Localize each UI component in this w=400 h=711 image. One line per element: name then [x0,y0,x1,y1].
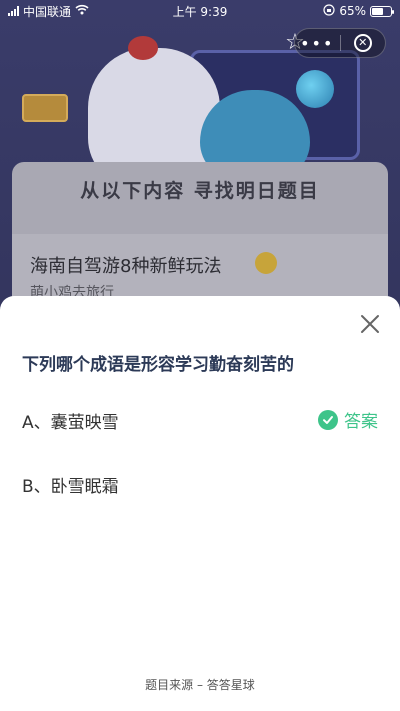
wifi-icon [75,4,89,18]
answer-sheet: 下列哪个成语是形容学习勤奋刻苦的 A、囊萤映雪 答案 B、卧雪眠霜 题目来源 –… [0,296,400,711]
award-badge-icon [22,94,68,122]
battery-icon [370,5,394,17]
question-source: 题目来源 – 答答星球 [145,678,255,692]
close-icon [361,315,379,333]
article-title: 海南自驾游8种新鲜玩法 [30,256,222,277]
card-title: 从以下内容 寻找明日题目 [80,180,320,202]
close-miniprogram-button[interactable]: ✕ [341,34,386,52]
question-text: 下列哪个成语是形容学习勤奋刻苦的 [22,355,294,375]
answer-tag: 答案 [318,407,378,432]
status-bar: 中国联通 上午 9:39 65% [0,0,400,22]
answer-label: 答案 [344,412,378,432]
option-a[interactable]: A、囊萤映雪 [22,408,119,433]
sun-icon [255,252,277,274]
close-circle-icon: ✕ [353,34,372,52]
close-sheet-button[interactable] [356,310,384,338]
signal-icon [8,6,19,16]
miniprogram-capsule: ••• ✕ [294,28,386,58]
chick-comb [128,36,158,60]
check-icon [318,409,338,430]
orientation-lock-icon [323,3,335,19]
battery-percent: 65% [339,4,366,18]
clock: 上午 9:39 [172,4,228,19]
option-b[interactable]: B、卧雪眠霜 [22,472,119,497]
more-button[interactable]: ••• [295,34,340,53]
globe-illustration [296,70,334,108]
carrier-label: 中国联通 [23,4,72,19]
